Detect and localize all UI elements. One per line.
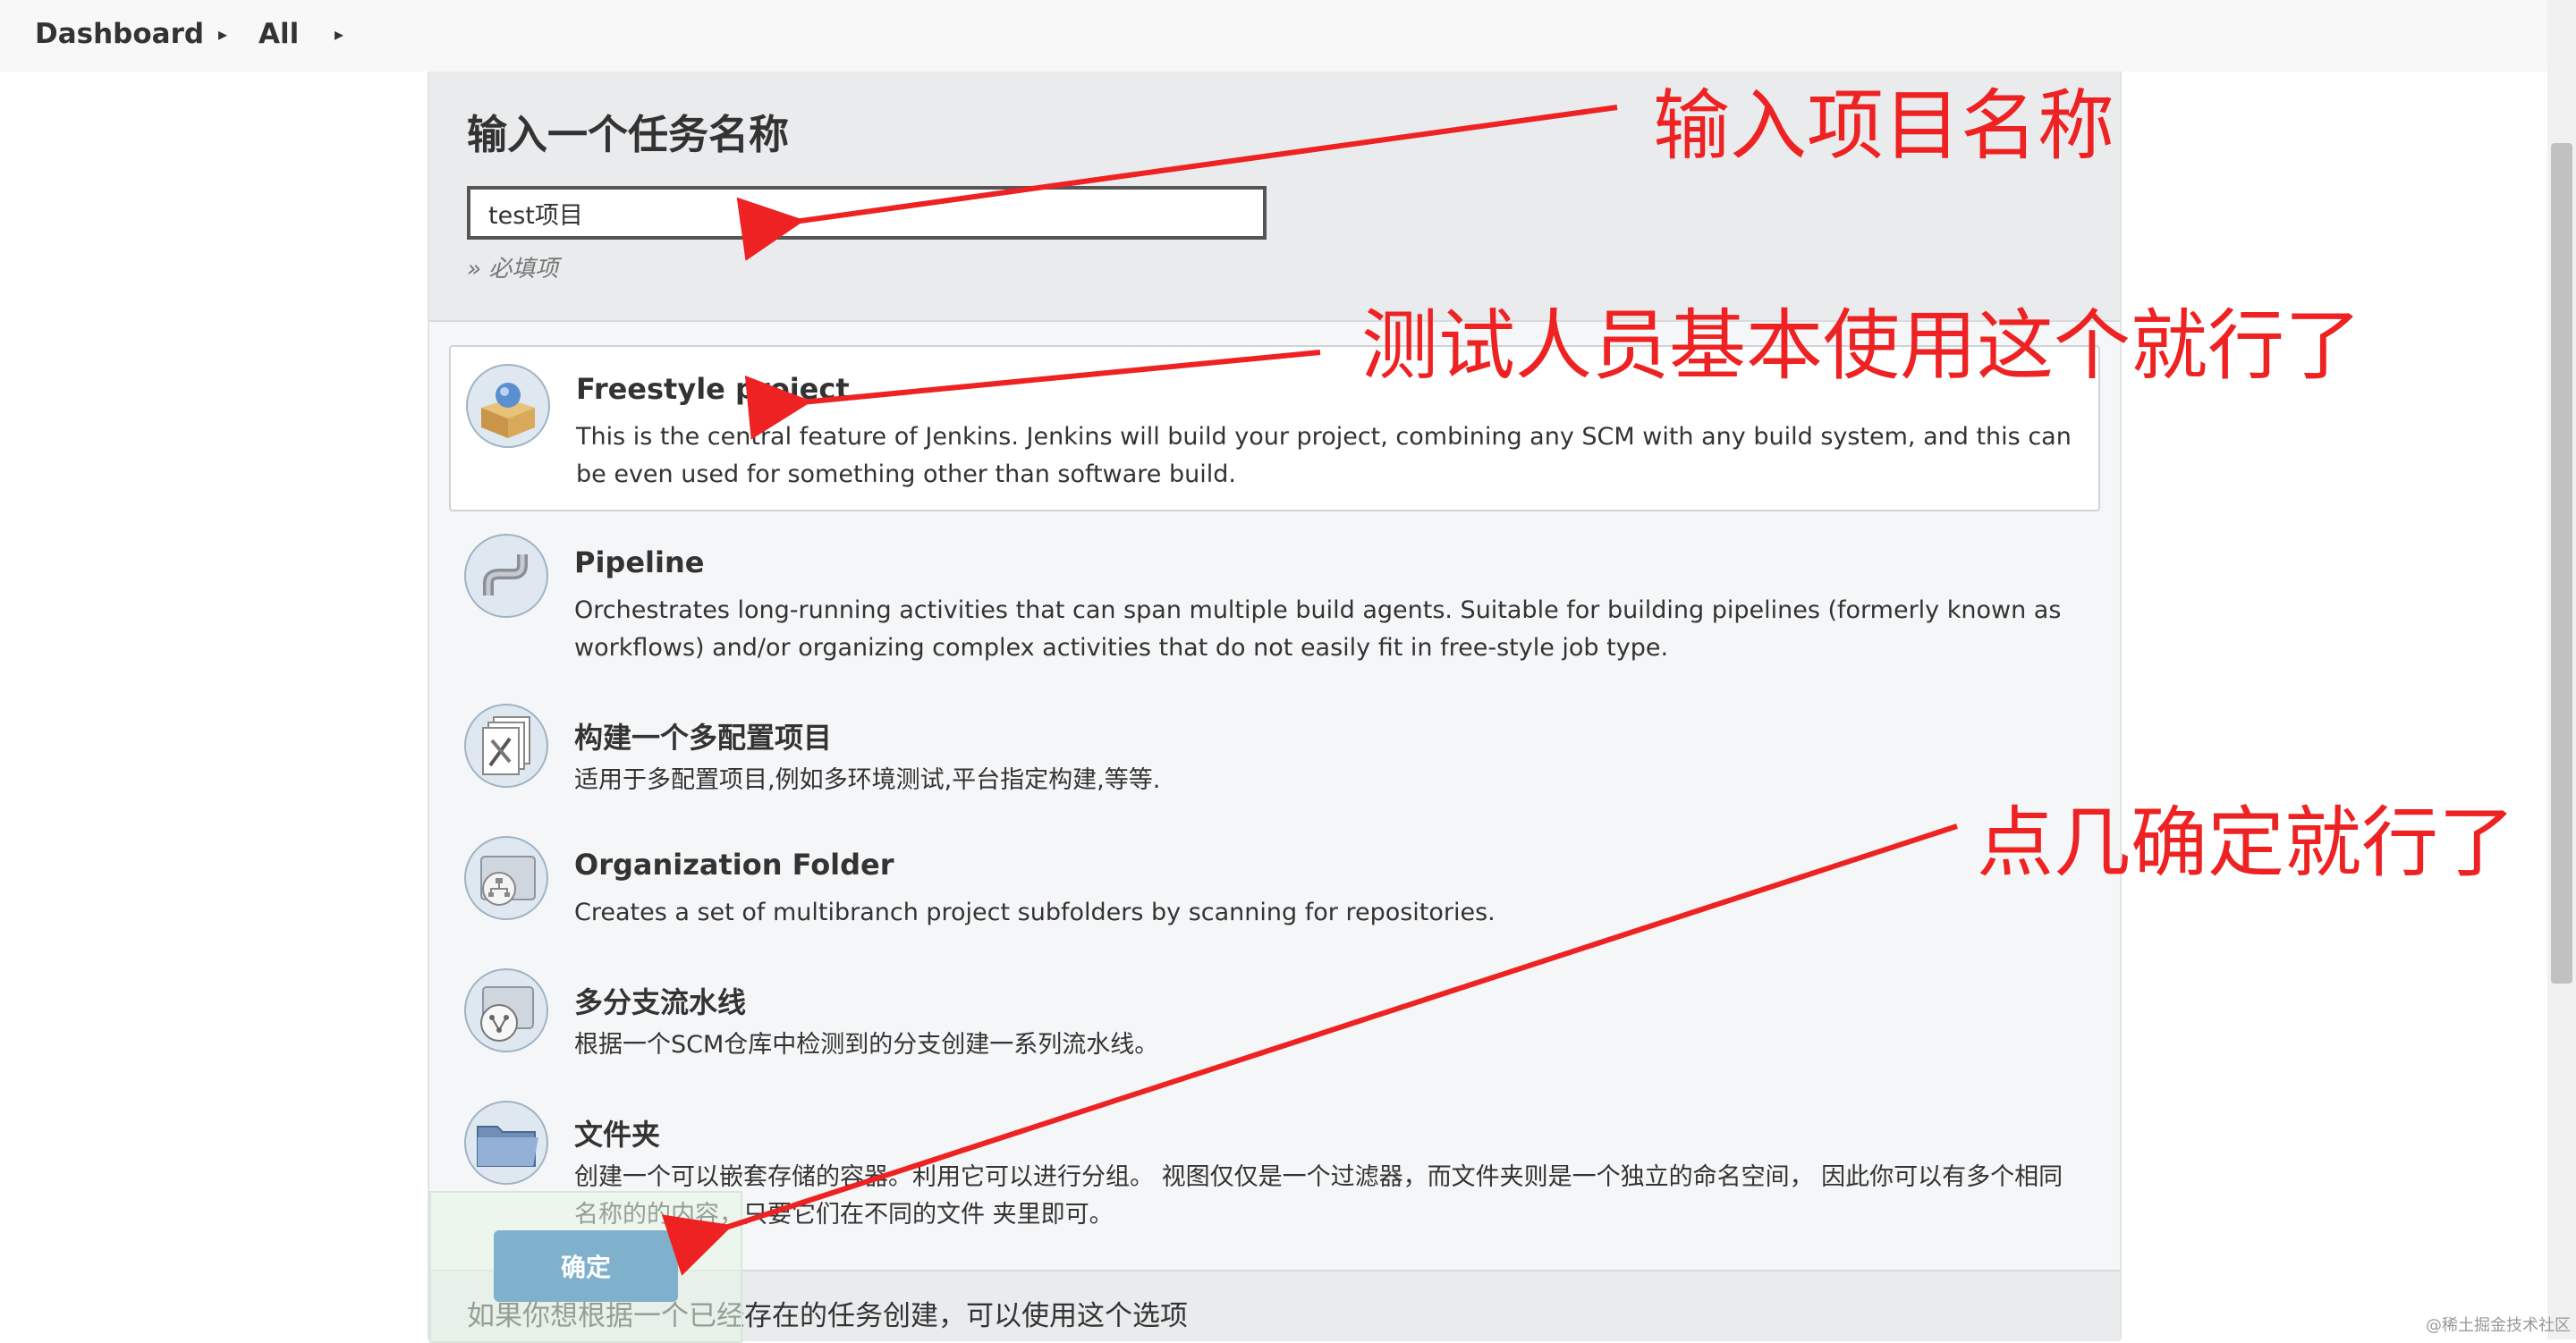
new-item-panel: 输入一个任务名称 » 必填项 Freestyle project This is… [428,72,2122,1343]
item-name-input[interactable] [467,186,1267,240]
item-type-organization-folder[interactable]: Organization Folder Creates a set of mul… [449,821,2100,951]
scrollbar-thumb[interactable] [2551,143,2572,984]
required-hint: » 必填项 [467,256,559,283]
item-description: This is the central feature of Jenkins. … [576,423,2072,488]
multibranch-icon [464,968,548,1052]
chevron-right-icon[interactable]: ▸ [218,23,227,45]
item-name: 构建一个多配置项目 [574,721,833,755]
freestyle-box-icon [466,364,550,448]
item-description: Creates a set of multibranch project sub… [574,899,1496,926]
item-description: 根据一个SCM仓库中检测到的分支创建一系列流水线。 [574,1031,1159,1059]
ok-button-container: 确定 [429,1191,742,1343]
multi-config-icon [464,704,548,788]
item-name: Pipeline [574,545,705,579]
annotation-enter-name: 输入项目名称 [1653,81,2114,171]
item-type-pipeline[interactable]: Pipeline Orchestrates long-running activ… [449,519,2100,685]
item-type-multi-config[interactable]: 构建一个多配置项目 适用于多配置项目,例如多环境测试,平台指定构建,等等. [449,688,2100,819]
item-description: 创建一个可以嵌套存储的容器。利用它可以进行分组。 视图仅仅是一个过滤器，而文件夹… [574,1163,2063,1229]
organization-folder-icon [464,836,548,920]
folder-icon [464,1101,548,1185]
pipeline-icon [464,534,548,618]
chevron-right-icon[interactable]: ▸ [335,23,343,45]
item-name: 多分支流水线 [574,985,747,1019]
item-name: Organization Folder [574,848,894,882]
item-description: Orchestrates long-running activities tha… [574,596,2062,662]
ok-button[interactable]: 确定 [494,1230,678,1302]
item-type-multibranch-pipeline[interactable]: 多分支流水线 根据一个SCM仓库中检测到的分支创建一系列流水线。 [449,953,2100,1084]
breadcrumb: Dashboard ▸ All ▸ [0,0,2547,72]
page-scrollbar[interactable] [2547,0,2576,1339]
annotation-click-ok: 点几确定就行了 [1977,798,2515,888]
breadcrumb-all[interactable]: All [258,18,299,50]
annotation-use-freestyle: 测试人员基本使用这个就行了 [1361,301,2361,391]
breadcrumb-dashboard[interactable]: Dashboard [35,18,204,50]
item-name: 文件夹 [574,1118,661,1152]
watermark: @稀土掘金技术社区 [2426,1316,2571,1335]
item-description: 适用于多配置项目,例如多环境测试,平台指定构建,等等. [574,766,1161,794]
item-name: Freestyle project [576,372,850,406]
page-title: 输入一个任务名称 [467,111,790,158]
